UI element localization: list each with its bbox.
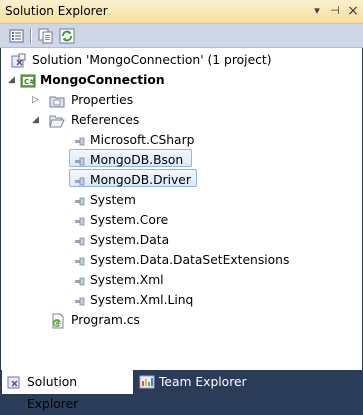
refresh-icon[interactable] — [58, 27, 76, 45]
reference-label: MongoDB.Driver — [90, 173, 191, 187]
properties-folder-icon — [49, 93, 65, 109]
reference-label: System.Data.DataSetExtensions — [90, 253, 290, 267]
window-position-dropdown-icon[interactable]: ▾ — [309, 3, 325, 19]
assembly-reference-icon — [71, 173, 87, 189]
assembly-reference-icon — [71, 213, 87, 229]
reference-item[interactable]: System.Xml — [1, 271, 362, 290]
csharp-file-icon: C# — [50, 313, 66, 329]
reference-item[interactable]: System.Xml.Linq — [1, 291, 362, 310]
reference-item[interactable]: Microsoft.CSharp — [1, 131, 362, 150]
reference-label: Microsoft.CSharp — [90, 133, 195, 147]
project-label: MongoConnection — [40, 73, 165, 87]
panel-title: Solution Explorer — [5, 4, 108, 18]
tab-label: Solution Explorer — [27, 375, 79, 411]
references-label: References — [71, 113, 140, 127]
reference-item[interactable]: System.Data — [1, 231, 362, 250]
assembly-reference-icon — [71, 153, 87, 169]
tree-item-project[interactable]: ◢ C# MongoConnection — [1, 71, 362, 90]
reference-label: System.Xml.Linq — [90, 293, 194, 307]
panel-tab-bar: Solution Explorer Team Explorer — [0, 370, 363, 411]
svg-text:C#: C# — [54, 321, 63, 327]
tree-item-solution[interactable]: Solution 'MongoConnection' (1 project) — [1, 51, 362, 70]
reference-label: MongoDB.Bson — [90, 153, 184, 167]
assembly-reference-icon — [71, 133, 87, 149]
reference-item[interactable]: MongoDB.Driver — [1, 171, 362, 190]
assembly-reference-icon — [71, 293, 87, 309]
reference-label: System — [90, 193, 136, 207]
expand-arrow-icon[interactable]: ▷ — [32, 95, 42, 105]
solution-explorer-panel: Solution Explorer ▾ ⊣ × Solution 'MongoC… — [0, 0, 363, 411]
reference-label: System.Core — [90, 213, 169, 227]
team-explorer-icon — [139, 374, 155, 390]
reference-item[interactable]: System — [1, 191, 362, 210]
tab-label: Team Explorer — [159, 375, 247, 389]
tree-item-references[interactable]: ◢ References — [1, 111, 362, 130]
file-label: Program.cs — [71, 313, 140, 327]
tab-team-explorer[interactable]: Team Explorer — [135, 370, 255, 394]
assembly-reference-icon — [71, 253, 87, 269]
csharp-project-icon: C# — [20, 73, 36, 89]
tab-solution-explorer[interactable]: Solution Explorer — [2, 370, 133, 411]
solution-tree: Solution 'MongoConnection' (1 project) ◢… — [1, 48, 362, 370]
toolbar-separator — [30, 28, 32, 44]
pin-icon[interactable]: ⊣ — [327, 3, 343, 19]
reference-item[interactable]: System.Data.DataSetExtensions — [1, 251, 362, 270]
collapse-arrow-icon[interactable]: ◢ — [32, 115, 42, 125]
close-icon[interactable]: × — [345, 3, 361, 19]
tree-item-properties[interactable]: ▷ Properties — [1, 91, 362, 110]
reference-label: System.Data — [90, 233, 170, 247]
properties-label: Properties — [71, 93, 134, 107]
assembly-reference-icon — [71, 273, 87, 289]
folder-open-icon — [49, 113, 65, 129]
solution-explorer-icon — [7, 374, 23, 390]
collapse-arrow-icon[interactable]: ◢ — [8, 75, 18, 85]
panel-toolbar — [0, 24, 363, 48]
solution-icon — [11, 53, 27, 69]
assembly-reference-icon — [71, 193, 87, 209]
reference-label: System.Xml — [90, 273, 164, 287]
show-all-files-icon[interactable] — [37, 27, 55, 45]
reference-item[interactable]: MongoDB.Bson — [1, 151, 362, 170]
tree-item-file[interactable]: C# Program.cs — [1, 311, 362, 330]
panel-titlebar: Solution Explorer ▾ ⊣ × — [0, 0, 363, 24]
properties-icon[interactable] — [8, 27, 26, 45]
svg-text:C#: C# — [24, 78, 35, 86]
solution-label: Solution 'MongoConnection' (1 project) — [32, 53, 272, 67]
reference-item[interactable]: System.Core — [1, 211, 362, 230]
assembly-reference-icon — [71, 233, 87, 249]
